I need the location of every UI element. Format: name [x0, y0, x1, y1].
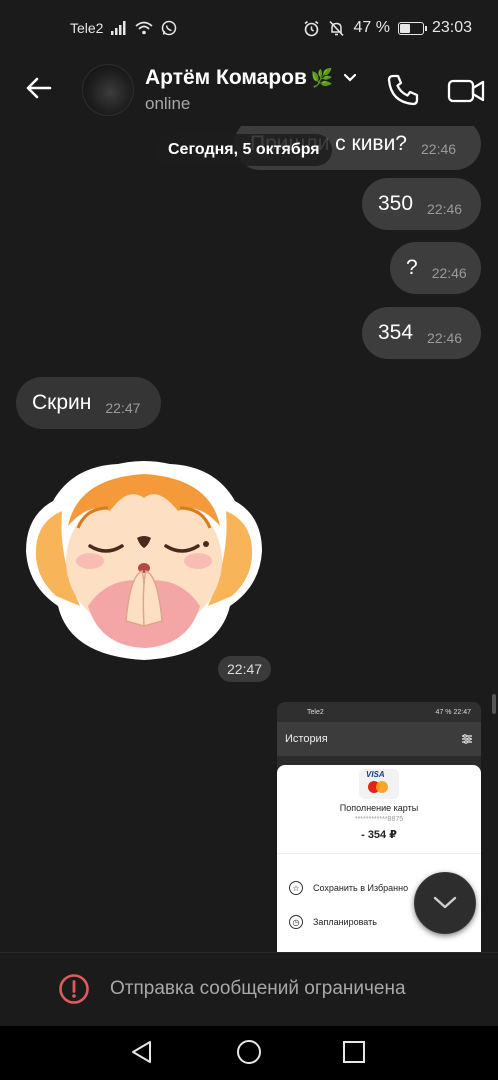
card-title: Пополнение карты: [339, 803, 419, 813]
mute-icon: [329, 20, 345, 36]
avatar[interactable]: [82, 64, 134, 116]
message-time: 22:46: [427, 201, 463, 217]
status-bar: Tele2 47 % 23:03: [0, 0, 498, 56]
back-arrow-icon[interactable]: [22, 71, 56, 105]
message-bubble[interactable]: ? 22:46: [390, 242, 481, 294]
name-emoji: 🌿: [310, 67, 334, 88]
contact-name-row[interactable]: Артём Комаров 🌿: [145, 66, 359, 90]
chat-area[interactable]: Пришли с киви? 22:46 Сегодня, 5 октября …: [0, 126, 498, 952]
battery-icon: [397, 21, 427, 35]
wifi-icon: [135, 21, 154, 35]
warning-circle-icon: [59, 974, 89, 1004]
date-chip: Сегодня, 5 октября: [156, 134, 332, 166]
chevron-down-icon: [433, 896, 457, 909]
battery-percent: 47 %: [353, 19, 390, 36]
contact-name: Артём Комаров: [145, 66, 307, 89]
whatsapp-icon: [162, 20, 177, 36]
message-time: 22:46: [421, 141, 457, 157]
scroll-down-button[interactable]: [414, 872, 476, 934]
preview-title: История: [285, 733, 328, 745]
card-amount: - 354 ₽: [361, 829, 397, 841]
clock-icon: ◷: [289, 915, 303, 929]
system-nav-bar: [0, 1026, 498, 1080]
divider: [277, 853, 481, 854]
clock-time: 23:03: [431, 19, 472, 36]
preview-action-label: Сохранить в Избранно: [313, 883, 409, 893]
message-time: 22:46: [431, 265, 467, 281]
preview-battery: 47 %: [435, 708, 452, 716]
restricted-text: Отправка сообщений ограничена: [110, 978, 406, 999]
message-text: Скрин: [32, 391, 92, 414]
contact-status: online: [145, 94, 191, 113]
alarm-icon: [304, 20, 319, 36]
nav-back-icon[interactable]: [128, 1038, 156, 1066]
signal-icon: [111, 21, 126, 35]
preview-header: История: [277, 722, 481, 756]
message-time: 22:46: [427, 330, 463, 346]
message-text: ?: [406, 256, 418, 279]
card-number: ************8875: [354, 816, 404, 823]
preview-action-row: ◷ Запланировать: [289, 915, 377, 929]
preview-status-bar: Tele2 47 % 22:47: [277, 702, 481, 722]
message-bubble[interactable]: 350 22:46: [362, 178, 481, 230]
preview-time: 22:47: [453, 708, 471, 716]
preview-action-row: ☆ Сохранить в Избранно: [289, 881, 408, 895]
star-icon: ☆: [289, 881, 303, 895]
bunny-sticker[interactable]: [18, 456, 270, 668]
preview-carrier: Tele2: [307, 708, 324, 716]
scrollbar-thumb[interactable]: [492, 694, 496, 714]
card-logo: VISA: [359, 769, 399, 799]
sticker-time: 22:47: [218, 656, 272, 682]
carrier-label: Tele2: [70, 20, 104, 36]
nav-home-icon[interactable]: [236, 1039, 262, 1065]
card-brand: VISA: [366, 770, 385, 779]
video-camera-icon[interactable]: [446, 73, 486, 109]
message-text: 350: [378, 192, 414, 215]
message-time: 22:47: [105, 400, 141, 416]
message-bubble-incoming[interactable]: Скрин 22:47: [16, 377, 161, 429]
filter-icon: [462, 734, 472, 744]
phone-icon[interactable]: [384, 71, 422, 109]
chat-header: Артём Комаров 🌿 online: [0, 56, 498, 126]
message-bubble[interactable]: 354 22:46: [362, 307, 481, 359]
nav-recent-icon[interactable]: [342, 1040, 366, 1064]
messaging-restricted-bar: Отправка сообщений ограничена: [0, 952, 498, 1026]
chevron-down-icon[interactable]: [341, 69, 359, 87]
message-text: 354: [378, 321, 414, 344]
preview-action-label: Запланировать: [313, 917, 377, 927]
